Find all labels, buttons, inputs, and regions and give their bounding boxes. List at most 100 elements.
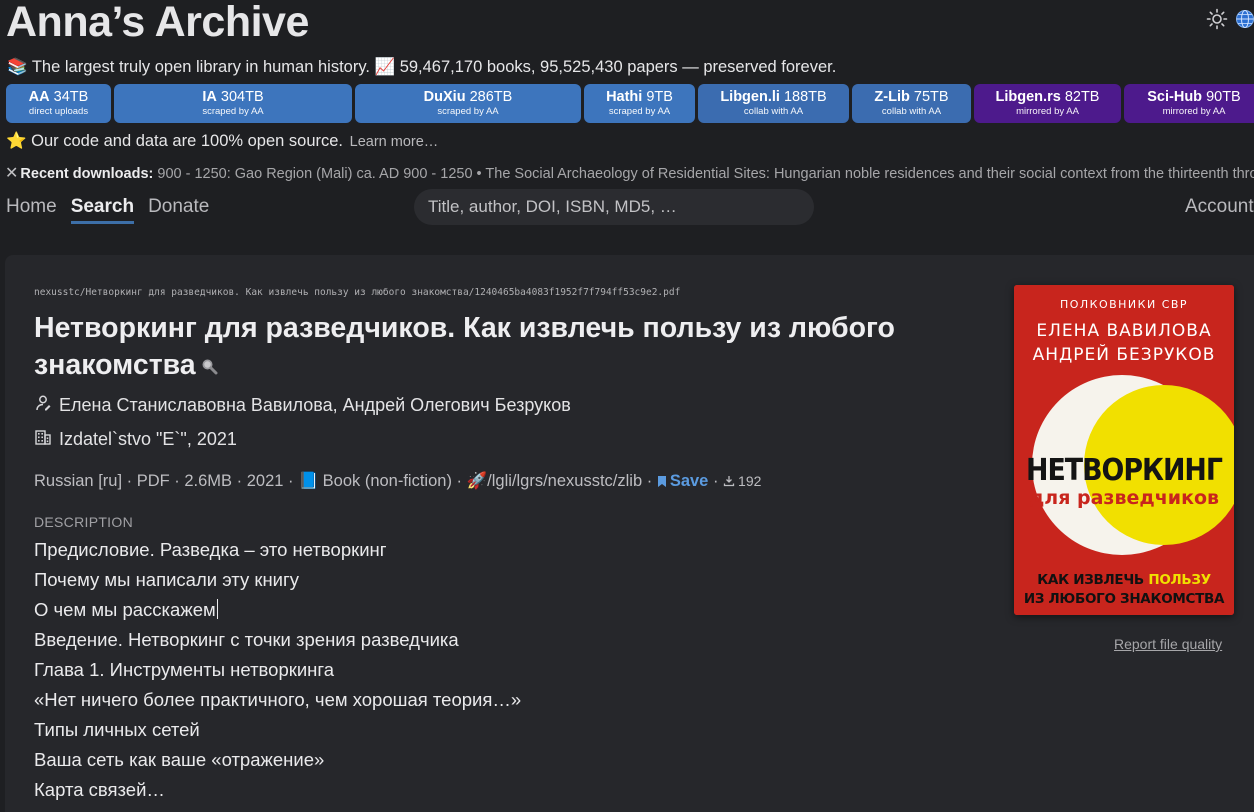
cover-tagline-1b: ПОЛЬЗУ <box>1148 572 1210 588</box>
cover-title: НЕТВОРКИНГ <box>1026 453 1223 488</box>
stat-sub: mirrored by AA <box>1162 105 1226 117</box>
recent-downloads-label: Recent downloads: <box>20 166 154 182</box>
sources: /lgli/lgrs/nexusstc/zlib <box>487 471 643 490</box>
star-icon: ⭐ <box>6 131 27 150</box>
cover-tagline-1: КАК ИЗВЛЕЧЬ ПОЛЬЗУ <box>1037 572 1211 588</box>
description-line: Глава 1. Инструменты нетворкинга <box>34 659 335 680</box>
stat-name: AA <box>28 89 50 106</box>
stat-sci-hub[interactable]: Sci-Hub 90TB mirrored by AA <box>1124 84 1254 123</box>
rocket-icon: 🚀 <box>466 471 488 490</box>
separator: · <box>451 471 467 490</box>
stat-sub: collab with AA <box>881 105 942 117</box>
authors[interactable]: Елена Станиславовна Вавилова, Андрей Оле… <box>59 395 571 416</box>
book-cover[interactable]: ПОЛКОВНИКИ СВР ЕЛЕНА ВАВИЛОВА АНДРЕЙ БЕЗ… <box>1014 285 1234 615</box>
download-count: 192 <box>723 473 761 489</box>
description-label: DESCRIPTION <box>34 514 133 530</box>
file-path: nexusstc/Нетворкинг для разведчиков. Как… <box>34 287 681 298</box>
description: Предисловие. Разведка – это нетворкинг П… <box>34 535 521 805</box>
stat-hathi[interactable]: Hathi 9TB scraped by AA <box>584 84 695 123</box>
building-icon <box>34 428 52 451</box>
save-label: Save <box>669 471 709 490</box>
stat-ia[interactable]: IA 304TB scraped by AA <box>114 84 352 123</box>
details-text: Russian [ru] · PDF · 2.6MB · 2021 · <box>34 471 299 490</box>
publisher-line: Izdatel`stvo "E`", 2021 <box>34 428 237 451</box>
publisher[interactable]: Izdatel`stvo "E`", 2021 <box>59 429 237 450</box>
stat-size: 90TB <box>1206 89 1241 106</box>
stat-name: Z-Lib <box>874 89 910 106</box>
description-line: Введение. Нетворкинг с точки зрения разв… <box>34 629 459 650</box>
book-title-text: Нетворкинг для разведчиков. Как извлечь … <box>34 312 895 381</box>
nav-account[interactable]: Account <box>1185 196 1254 218</box>
stat-name: Libgen.li <box>720 89 780 106</box>
stat-name: Sci-Hub <box>1147 89 1203 106</box>
stat-aa[interactable]: AA 34TB direct uploads <box>6 84 111 123</box>
stat-name: DuXiu <box>423 89 466 106</box>
stat-sub: mirrored by AA <box>1016 105 1079 117</box>
description-line: Ваша сеть как ваше «отражение» <box>34 749 325 770</box>
learn-more-link[interactable]: Learn more… <box>350 134 439 150</box>
download-icon <box>723 476 735 487</box>
stat-sub: direct uploads <box>28 105 89 117</box>
description-line: «Нет ничего более практичного, чем хорош… <box>34 689 522 710</box>
stat-name: Libgen.rs <box>995 89 1061 106</box>
cover-subtitle: для разведчиков <box>1029 487 1219 509</box>
separator: · <box>642 471 657 490</box>
nav-search[interactable]: Search <box>70 196 135 224</box>
chart-increasing-icon: 📈 <box>374 57 396 76</box>
tagline-text: The largest truly open library in human … <box>31 58 370 76</box>
stat-name: IA <box>202 89 217 106</box>
authors-line: Елена Станиславовна Вавилова, Андрей Оле… <box>34 394 571 417</box>
stat-size: 188TB <box>783 89 827 106</box>
main-nav: Home Search Donate <box>6 196 209 224</box>
stat-libgen-rs[interactable]: Libgen.rs 82TB mirrored by AA <box>974 84 1121 123</box>
recent-downloads-items[interactable]: 900 - 1250: Gao Region (Mali) ca. AD 900… <box>157 166 1254 182</box>
magnifier-icon[interactable] <box>200 348 218 385</box>
cover-tagline-1a: КАК ИЗВЛЕЧЬ <box>1037 572 1148 588</box>
nav-donate[interactable]: Donate <box>148 196 209 224</box>
stat-sub: scraped by AA <box>608 105 671 117</box>
book-details: Russian [ru] · PDF · 2.6MB · 2021 · 📘 Bo… <box>34 471 761 491</box>
stat-sub: scraped by AA <box>202 105 264 117</box>
open-source-text: Our code and data are 100% open source. <box>31 132 344 150</box>
description-line: Предисловие. Разведка – это нетворкинг <box>34 539 387 560</box>
stat-size: 82TB <box>1064 89 1100 106</box>
stat-z-lib[interactable]: Z-Lib 75TB collab with AA <box>852 84 971 123</box>
language-globe-icon[interactable] <box>1234 8 1254 30</box>
stat-duxiu[interactable]: DuXiu 286TB scraped by AA <box>355 84 581 123</box>
open-source-notice: ⭐ Our code and data are 100% open source… <box>6 131 438 151</box>
stat-sub: collab with AA <box>743 105 804 117</box>
site-title[interactable]: Anna’s Archive <box>6 0 309 47</box>
download-count-value: 192 <box>738 473 762 489</box>
stat-size: 286TB <box>469 89 513 106</box>
description-line: Карта связей… <box>34 779 165 800</box>
close-icon[interactable]: ✕ <box>5 165 18 182</box>
search-box <box>414 189 814 225</box>
cover-series: ПОЛКОВНИКИ СВР <box>1060 298 1188 311</box>
text-cursor <box>216 599 219 619</box>
description-line-text: О чем мы расскажем <box>34 599 216 620</box>
bookmark-icon <box>657 475 666 487</box>
stat-size: 75TB <box>913 89 949 106</box>
book-title: Нетворкинг для разведчиков. Как извлечь … <box>34 310 934 385</box>
stat-size: 34TB <box>53 89 89 106</box>
theme-toggle-icon[interactable] <box>1206 8 1228 30</box>
cover-author-2: АНДРЕЙ БЕЗРУКОВ <box>1033 343 1216 365</box>
separator: · <box>708 471 724 490</box>
report-file-quality-link[interactable]: Report file quality <box>1114 636 1222 652</box>
stat-libgen-li[interactable]: Libgen.li 188TB collab with AA <box>698 84 849 123</box>
save-button[interactable]: Save <box>657 471 709 491</box>
book-type: Book (non-fiction) <box>322 471 452 490</box>
cover-author-1: ЕЛЕНА ВАВИЛОВА <box>1036 321 1211 341</box>
stat-size: 9TB <box>646 89 673 106</box>
description-line: О чем мы расскажем <box>34 595 521 625</box>
tagline: 📚 The largest truly open library in huma… <box>7 57 836 77</box>
top-icons <box>1206 8 1254 30</box>
stat-sub: scraped by AA <box>437 105 499 117</box>
search-input[interactable] <box>428 197 800 217</box>
nav-home[interactable]: Home <box>6 196 57 224</box>
cover-tagline-2: ИЗ ЛЮБОГО ЗНАКОМСТВА <box>1024 591 1225 607</box>
description-line: Типы личных сетей <box>34 719 200 740</box>
stat-size: 304TB <box>220 89 264 106</box>
author-icon <box>34 394 52 417</box>
recent-downloads: ✕ Recent downloads: 900 - 1250: Gao Regio… <box>5 163 1254 183</box>
